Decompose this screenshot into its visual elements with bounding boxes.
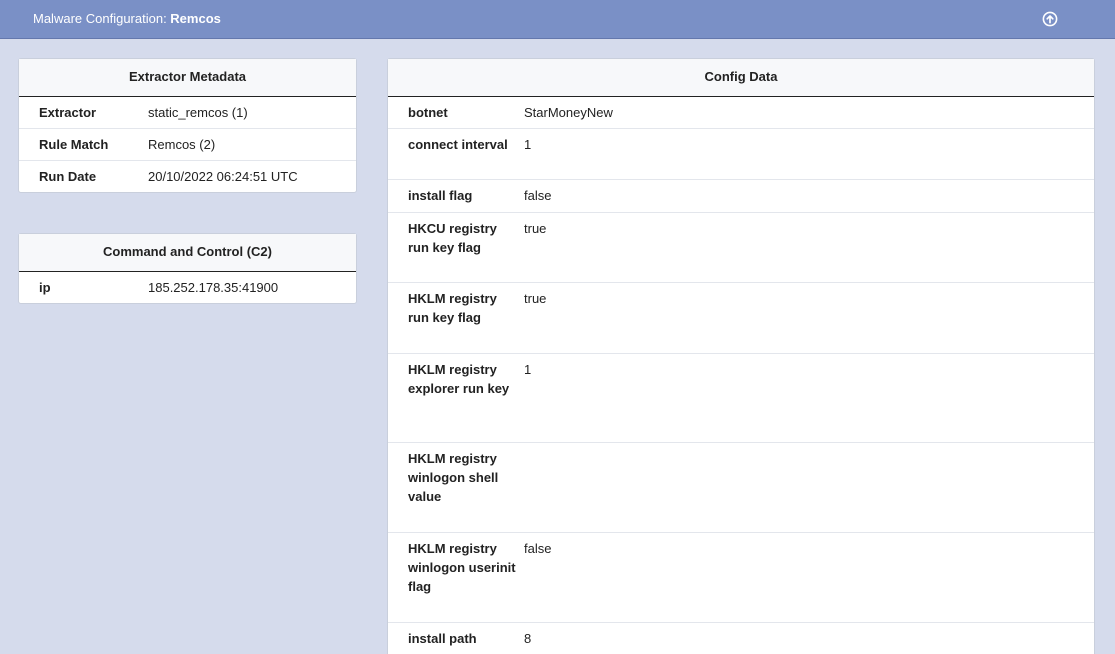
table-row: Run Date 20/10/2022 06:24:51 UTC [19,161,356,193]
page-title-prefix: Malware Configuration: [33,11,171,26]
row-key: Extractor [39,105,97,120]
table-row: HKCU registry run key flag true [388,213,1094,283]
table-row: ip 185.252.178.35:41900 [19,272,356,304]
table-row: HKLM registry run key flag true [388,283,1094,354]
row-value: 8 [524,631,532,646]
page-title: Malware Configuration: Remcos [33,11,221,27]
table-row: install flag false [388,180,1094,213]
row-key: Rule Match [39,137,109,152]
row-key: Run Date [39,169,97,184]
row-value: 1 [524,137,532,152]
row-value: Remcos (2) [148,137,216,152]
extractor-metadata-card: Extractor Metadata Extractor static_remc… [18,58,357,193]
row-key: connect interval [408,137,508,152]
c2-title: Command and Control (C2) [19,234,356,272]
row-value: true [524,291,547,306]
c2-card: Command and Control (C2) ip 185.252.178.… [18,233,357,304]
table-row: Extractor static_remcos (1) [19,97,356,129]
row-value: StarMoneyNew [524,105,613,120]
row-key: HKLM registry explorer run key [408,362,510,396]
row-value: false [524,541,552,556]
row-key: ip [39,280,51,295]
row-value: static_remcos (1) [148,105,248,120]
table-row: connect interval 1 [388,129,1094,180]
table-row: botnet StarMoneyNew [388,97,1094,129]
row-key: HKCU registry run key flag [408,221,497,255]
malware-name: Remcos [170,11,221,26]
row-key: HKLM registry winlogon shell value [408,451,499,504]
table-row: Rule Match Remcos (2) [19,129,356,161]
row-key: install path [408,631,477,646]
config-data-card: Config Data botnet StarMoneyNew connect … [387,58,1095,654]
row-key: install flag [408,188,473,203]
row-key: HKLM registry run key flag [408,291,497,325]
extractor-metadata-title: Extractor Metadata [19,59,356,97]
table-row: install path 8 [388,623,1094,654]
row-value: false [524,188,552,203]
row-value: 20/10/2022 06:24:51 UTC [148,169,298,184]
row-value: 185.252.178.35:41900 [148,280,279,295]
arrow-up-circle-icon[interactable] [1042,11,1058,27]
table-row: HKLM registry winlogon shell value [388,443,1094,533]
row-key: botnet [408,105,448,120]
config-data-title: Config Data [388,59,1094,97]
row-value: 1 [524,362,532,377]
top-bar: Malware Configuration: Remcos [0,0,1115,39]
table-row: HKLM registry explorer run key 1 [388,354,1094,443]
table-row: HKLM registry winlogon userinit flag fal… [388,533,1094,623]
row-key: HKLM registry winlogon userinit flag [408,541,516,594]
row-value: true [524,221,547,236]
